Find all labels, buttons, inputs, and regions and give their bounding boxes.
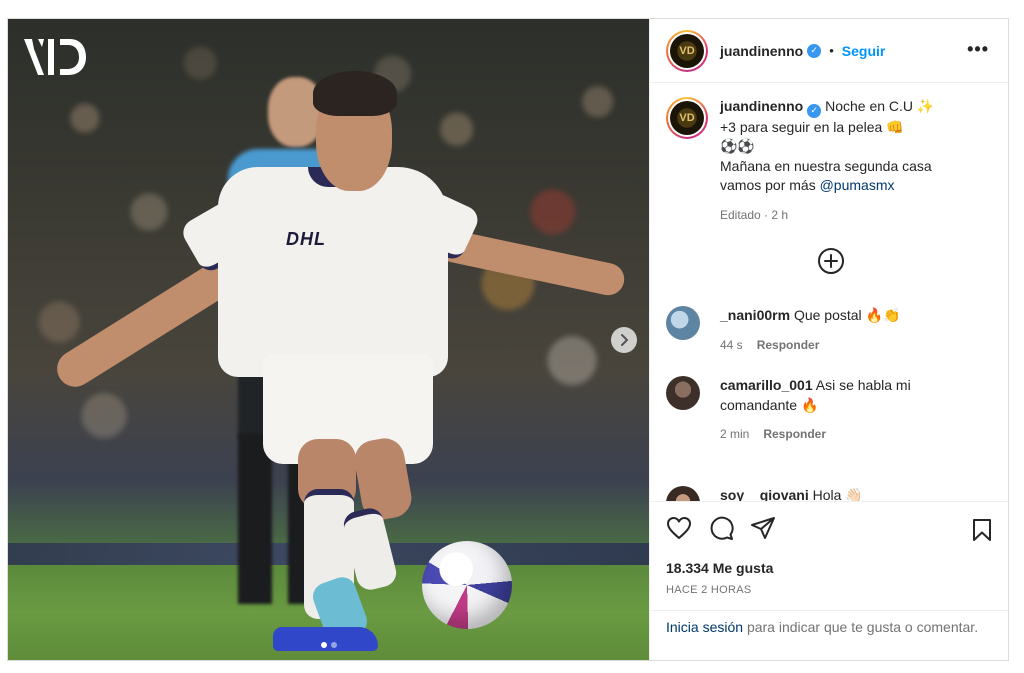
comments-section[interactable]: VD juandinenno ✓ Noche en C.U ✨ +3 para s…	[650, 83, 1008, 501]
soccer-ball	[422, 541, 512, 629]
reply-button[interactable]: Responder	[763, 427, 826, 441]
load-more-comments-button[interactable]	[818, 248, 844, 274]
reply-button[interactable]: Responder	[757, 338, 820, 352]
verified-badge-icon: ✓	[807, 103, 822, 118]
caption-line: +3 para seguir en la pelea 👊	[720, 118, 904, 135]
comment-text: Hola 👋🏻	[812, 487, 863, 501]
verified-badge-icon: ✓	[807, 43, 822, 58]
bookmark-icon	[973, 519, 991, 541]
caption-line: ⚽⚽	[720, 138, 755, 155]
post-caption: VD juandinenno ✓ Noche en C.U ✨ +3 para s…	[666, 97, 990, 225]
caption-avatar[interactable]: VD	[666, 97, 708, 139]
carousel-indicator	[8, 642, 649, 648]
post-timestamp: HACE 2 HORAS	[666, 584, 752, 596]
caption-line: vamos por más	[720, 177, 816, 194]
profile-avatar[interactable]: VD	[666, 29, 708, 72]
like-button[interactable]	[666, 516, 692, 547]
caption-line: Noche en C.U ✨	[825, 98, 935, 114]
comment-item: _nani00rm Que postal 🔥👏 44 s Responder	[666, 306, 990, 355]
comment-username[interactable]: _nani00rm	[720, 307, 790, 323]
send-icon	[751, 517, 775, 539]
instagram-post: DHL VD juandinenno ✓ • Seguir ••• VD jua…	[7, 18, 1009, 661]
jersey-sponsor: DHL	[286, 229, 326, 249]
header-username[interactable]: juandinenno	[720, 43, 803, 59]
plus-icon	[824, 254, 838, 268]
save-button[interactable]	[971, 518, 993, 547]
share-button[interactable]	[750, 516, 776, 547]
vid-logo	[22, 35, 88, 77]
login-link[interactable]: Inicia sesión	[666, 619, 743, 635]
likes-count[interactable]: 18.334 Me gusta	[666, 560, 773, 576]
mention-link[interactable]: @pumasmx	[820, 177, 895, 193]
next-slide-button[interactable]	[611, 327, 637, 353]
follow-button[interactable]: Seguir	[842, 43, 886, 59]
post-image[interactable]: DHL	[8, 19, 649, 660]
post-sidebar: VD juandinenno ✓ • Seguir ••• VD juandin…	[649, 19, 1008, 660]
post-actions: 18.334 Me gusta HACE 2 HORAS Inicia sesi…	[650, 501, 1008, 660]
vid-logo-icon	[24, 39, 86, 75]
header-separator: •	[829, 43, 834, 58]
caption-meta: Editado · 2 h	[720, 207, 789, 222]
comment-avatar[interactable]	[666, 376, 700, 410]
caption-username[interactable]: juandinenno	[720, 98, 803, 114]
comment-avatar[interactable]	[666, 306, 700, 340]
comment-item: soy__giovani Hola 👋🏻	[666, 486, 990, 501]
comment-button[interactable]	[708, 516, 734, 547]
player-figure: DHL	[8, 19, 649, 660]
comment-avatar[interactable]	[666, 486, 700, 501]
heart-icon	[667, 517, 691, 539]
comment-text: Que postal 🔥👏	[793, 307, 901, 323]
caption-text: juandinenno ✓ Noche en C.U ✨ +3 para segu…	[720, 97, 990, 225]
comment-username[interactable]: soy__giovani	[720, 487, 809, 501]
login-prompt-text: para indicar que te gusta o comentar.	[746, 619, 979, 635]
comment-username[interactable]: camarillo_001	[720, 377, 813, 393]
login-prompt: Inicia sesión para indicar que te gusta …	[650, 610, 1008, 637]
carousel-dot	[330, 642, 337, 648]
carousel-dot-active	[320, 642, 327, 648]
comment-time: 2 min	[720, 427, 750, 441]
post-header: VD juandinenno ✓ • Seguir •••	[650, 19, 1008, 83]
chevron-right-icon	[621, 334, 628, 346]
comment-item: camarillo_001 Asi se habla mi comandante…	[666, 376, 990, 445]
more-options-icon[interactable]: •••	[967, 39, 989, 60]
comment-icon	[710, 516, 734, 540]
comment-time: 44 s	[720, 337, 743, 352]
caption-line: Mañana en nuestra segunda casa	[720, 157, 932, 174]
